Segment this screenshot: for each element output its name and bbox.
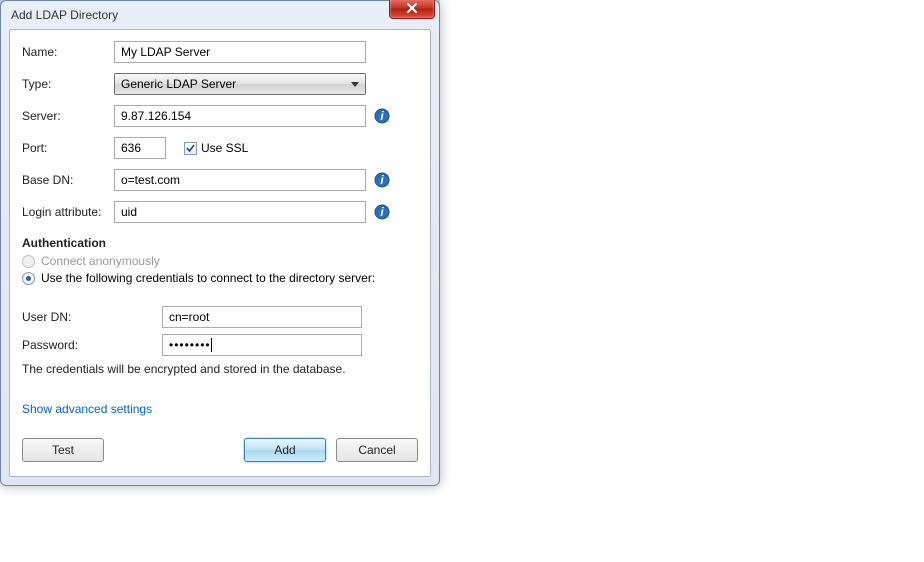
type-select[interactable]: Generic LDAP Server (114, 73, 366, 95)
name-input[interactable] (114, 41, 366, 63)
credentials-note: The credentials will be encrypted and st… (22, 362, 418, 376)
port-input[interactable] (114, 137, 166, 159)
password-input[interactable]: •••••••• (162, 334, 362, 356)
cancel-button[interactable]: Cancel (336, 438, 418, 462)
password-label: Password: (22, 338, 162, 352)
login-attribute-label: Login attribute: (22, 205, 114, 219)
use-ssl-label: Use SSL (201, 141, 248, 155)
base-dn-input[interactable] (114, 169, 366, 191)
server-input[interactable] (114, 105, 366, 127)
add-button[interactable]: Add (244, 438, 326, 462)
dialog-title: Add LDAP Directory (11, 8, 118, 22)
type-label: Type: (22, 77, 114, 91)
chevron-down-icon (351, 82, 359, 87)
use-credentials-radio[interactable] (22, 272, 35, 285)
connect-anonymously-label: Connect anonymously (41, 254, 160, 268)
close-button[interactable] (389, 0, 435, 19)
name-label: Name: (22, 45, 114, 59)
show-advanced-settings-link[interactable]: Show advanced settings (22, 402, 152, 416)
use-ssl-checkbox[interactable] (184, 142, 197, 155)
type-select-value: Generic LDAP Server (121, 77, 236, 91)
base-dn-info-icon[interactable]: i (374, 172, 390, 188)
authentication-section-title: Authentication (22, 236, 418, 250)
check-icon (185, 143, 196, 154)
login-attribute-input[interactable] (114, 201, 366, 223)
server-label: Server: (22, 109, 114, 123)
port-label: Port: (22, 141, 114, 155)
login-attribute-info-icon[interactable]: i (374, 204, 390, 220)
connect-anonymously-radio (22, 255, 35, 268)
close-icon (406, 3, 418, 13)
dialog-body: Name: Type: Generic LDAP Server Server: … (9, 29, 431, 477)
user-dn-input[interactable] (162, 306, 362, 328)
add-ldap-directory-dialog: Add LDAP Directory Name: Type: Generic L… (0, 0, 440, 486)
text-caret (211, 338, 212, 352)
user-dn-label: User DN: (22, 310, 162, 324)
dialog-titlebar[interactable]: Add LDAP Directory (1, 1, 439, 29)
server-info-icon[interactable]: i (374, 108, 390, 124)
radio-dot-icon (26, 276, 31, 281)
test-button[interactable]: Test (22, 438, 104, 462)
base-dn-label: Base DN: (22, 173, 114, 187)
use-credentials-label: Use the following credentials to connect… (41, 271, 375, 285)
